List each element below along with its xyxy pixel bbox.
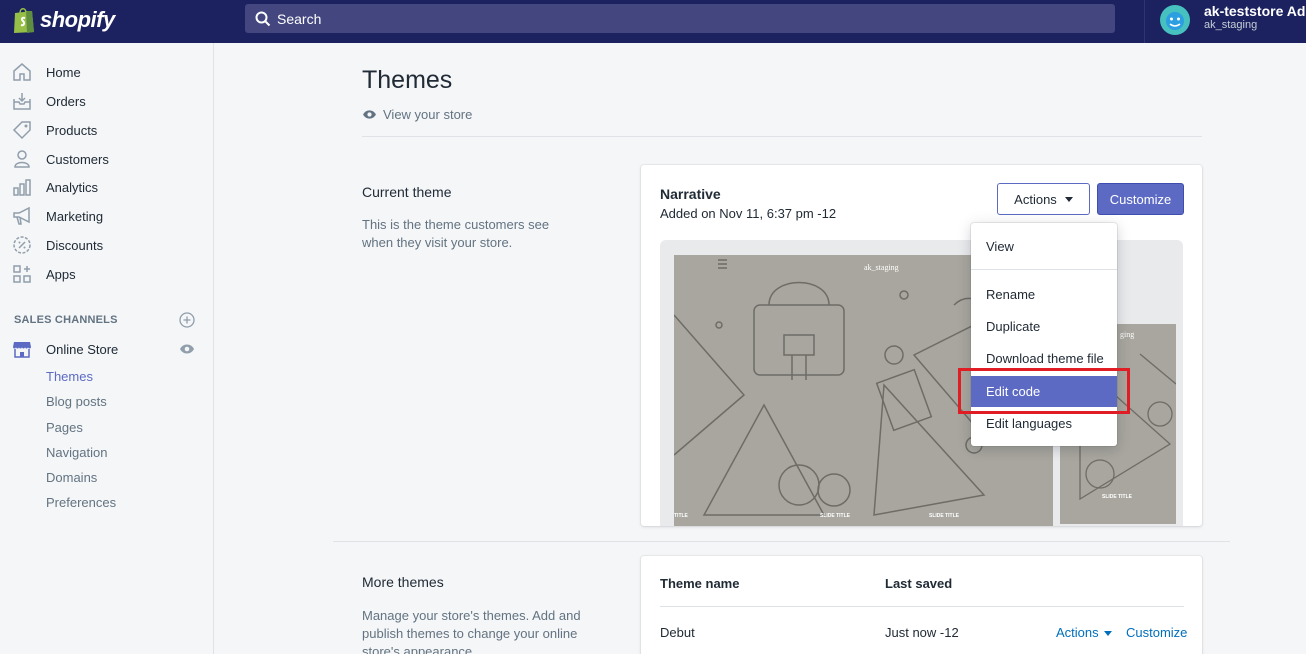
theme-row-saved: Just now -12 bbox=[885, 625, 959, 640]
current-theme-description: This is the theme customers see when the… bbox=[362, 217, 550, 250]
person-icon bbox=[14, 150, 30, 168]
actions-label: Actions bbox=[1014, 191, 1057, 207]
eye-icon bbox=[363, 110, 376, 119]
sidebar-item-home[interactable]: Home bbox=[12, 61, 81, 83]
caret-down-icon bbox=[1064, 196, 1073, 202]
store-icon bbox=[13, 342, 31, 358]
mobile-store-label: ging bbox=[1120, 330, 1135, 339]
sidebar: Home Orders Products Customers Analytics… bbox=[0, 43, 214, 654]
shopify-logo[interactable]: shopify bbox=[12, 6, 115, 34]
more-themes-card: Theme name Last saved Debut Just now -12… bbox=[641, 556, 1202, 654]
sidebar-item-label: Analytics bbox=[46, 179, 99, 195]
theme-row-actions-link[interactable]: Actions bbox=[1056, 625, 1112, 640]
sidebar-subitem-blog-posts[interactable]: Blog posts bbox=[46, 394, 107, 409]
sidebar-subitem-pages[interactable]: Pages bbox=[46, 420, 83, 435]
sidebar-item-label: Apps bbox=[46, 266, 76, 282]
edit-code-highlight bbox=[958, 368, 1130, 414]
discount-icon bbox=[13, 236, 31, 254]
avatar[interactable] bbox=[1160, 5, 1190, 35]
logo-text: shopify bbox=[40, 7, 115, 32]
current-theme-title: Current theme bbox=[362, 184, 452, 200]
menu-item-view[interactable]: View bbox=[971, 231, 1117, 261]
top-bar: shopify Search ak-teststore Admin ak_sta… bbox=[0, 0, 1306, 43]
sidebar-item-analytics[interactable]: Analytics bbox=[12, 176, 98, 198]
theme-added-date: Added on Nov 11, 6:37 pm -12 bbox=[660, 206, 837, 221]
apps-icon bbox=[13, 265, 31, 283]
orders-icon bbox=[13, 93, 31, 110]
page-title: Themes bbox=[362, 66, 453, 94]
divider bbox=[362, 136, 1202, 137]
sidebar-subitem-preferences[interactable]: Preferences bbox=[46, 495, 116, 510]
topbar-divider bbox=[1144, 0, 1145, 43]
table-divider bbox=[660, 606, 1184, 607]
store-name: ak_staging bbox=[1204, 19, 1258, 31]
search-input[interactable]: Search bbox=[245, 4, 1115, 33]
caret-down-icon bbox=[1103, 631, 1112, 637]
sidebar-item-label: Products bbox=[46, 122, 98, 138]
sidebar-item-apps[interactable]: Apps bbox=[12, 263, 76, 285]
user-menu[interactable]: ak-teststore Admin ak_staging bbox=[1204, 3, 1306, 32]
menu-item-rename[interactable]: Rename bbox=[971, 279, 1117, 309]
view-store-label: View your store bbox=[383, 107, 473, 122]
sidebar-subitem-domains[interactable]: Domains bbox=[46, 470, 97, 485]
theme-row-customize-link[interactable]: Customize bbox=[1126, 625, 1187, 640]
sales-channels-title: SALES CHANNELS bbox=[14, 314, 118, 326]
megaphone-icon bbox=[13, 206, 30, 225]
column-header-last-saved: Last saved bbox=[885, 576, 953, 591]
more-themes-title: More themes bbox=[362, 574, 444, 590]
mobile-slide-title: SLIDE TITLE bbox=[1102, 494, 1132, 500]
sidebar-item-customers[interactable]: Customers bbox=[12, 148, 109, 170]
menu-item-duplicate[interactable]: Duplicate bbox=[971, 311, 1117, 341]
shopify-bag-icon bbox=[14, 8, 34, 33]
sidebar-item-orders[interactable]: Orders bbox=[12, 90, 86, 112]
column-header-theme-name: Theme name bbox=[660, 576, 740, 591]
search-placeholder: Search bbox=[277, 10, 322, 27]
eye-icon[interactable] bbox=[179, 343, 195, 355]
preview-slide-title: TITLE bbox=[674, 513, 688, 519]
sidebar-item-products[interactable]: Products bbox=[12, 119, 97, 141]
current-theme-card: Narrative Added on Nov 11, 6:37 pm -12 A… bbox=[641, 165, 1202, 526]
home-icon bbox=[13, 63, 31, 81]
actions-link-label: Actions bbox=[1056, 625, 1099, 640]
tag-icon bbox=[12, 121, 31, 140]
preview-slide-title: SLIDE TITLE bbox=[820, 513, 850, 519]
sidebar-item-label: Marketing bbox=[46, 208, 104, 224]
menu-divider bbox=[971, 269, 1117, 270]
sidebar-item-discounts[interactable]: Discounts bbox=[12, 234, 103, 256]
add-channel-icon[interactable] bbox=[179, 312, 195, 328]
view-store-link[interactable]: View your store bbox=[362, 107, 472, 122]
search-icon bbox=[255, 11, 271, 26]
avatar-face-icon bbox=[1166, 12, 1184, 30]
sidebar-item-label: Online Store bbox=[46, 341, 119, 357]
sidebar-item-online-store[interactable]: Online Store bbox=[12, 338, 118, 360]
sidebar-item-label: Discounts bbox=[46, 237, 104, 253]
sidebar-item-marketing[interactable]: Marketing bbox=[12, 205, 103, 227]
user-name: ak-teststore Admin bbox=[1204, 3, 1306, 19]
sidebar-subitem-navigation[interactable]: Navigation bbox=[46, 445, 107, 460]
bar-chart-icon bbox=[13, 179, 31, 196]
sidebar-item-label: Customers bbox=[46, 151, 109, 167]
more-themes-description: Manage your store's themes. Add and publ… bbox=[362, 608, 581, 654]
customize-button[interactable]: Customize bbox=[1097, 183, 1184, 215]
preview-store-label: ak_staging bbox=[864, 263, 899, 272]
divider bbox=[333, 541, 1230, 542]
sidebar-item-label: Orders bbox=[46, 93, 86, 109]
theme-name: Narrative bbox=[660, 186, 721, 202]
sidebar-item-label: Home bbox=[46, 64, 81, 80]
actions-button[interactable]: Actions bbox=[997, 183, 1090, 215]
preview-slide-title: SLIDE TITLE bbox=[929, 513, 959, 519]
sidebar-subitem-themes[interactable]: Themes bbox=[46, 369, 93, 384]
theme-row-name: Debut bbox=[660, 625, 695, 640]
